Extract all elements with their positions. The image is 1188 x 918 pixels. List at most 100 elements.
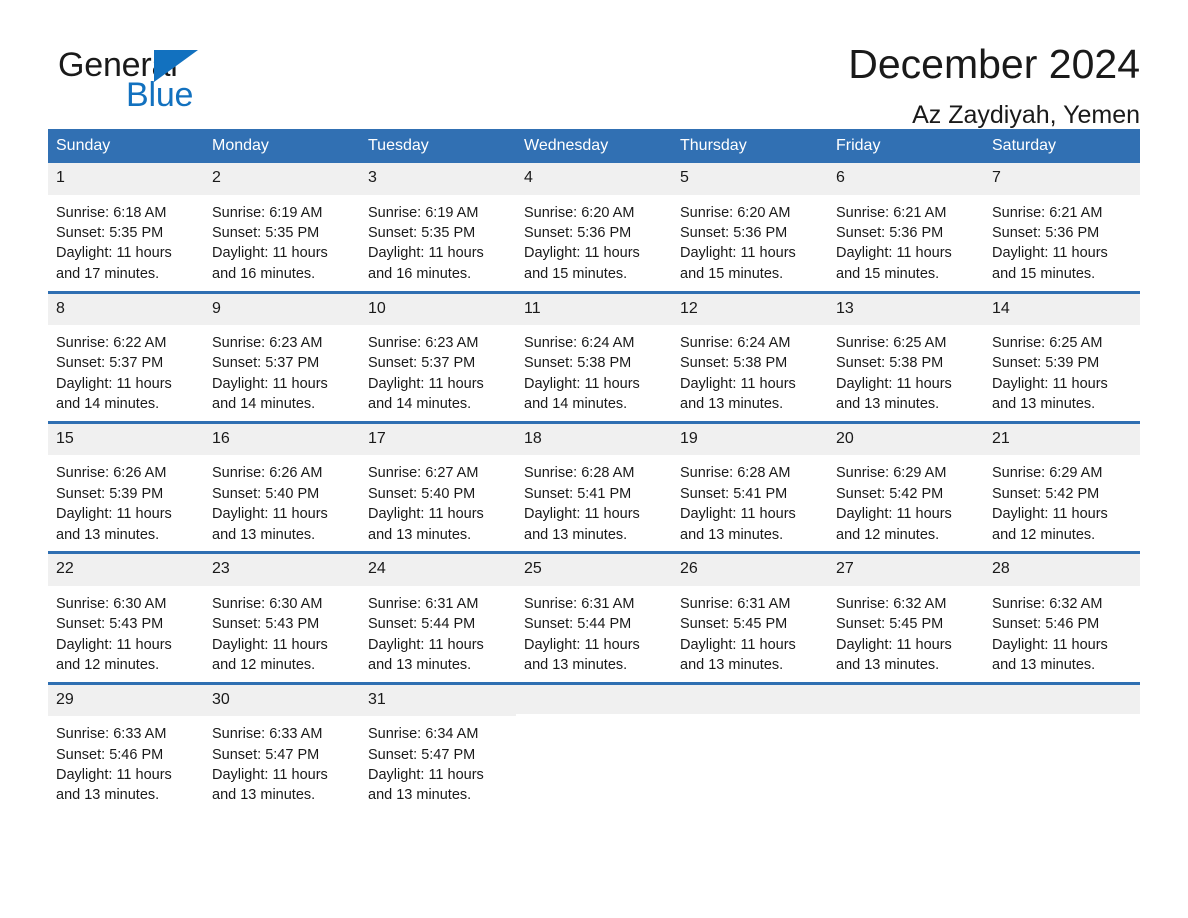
daylight-text: Daylight: 11 hours and 13 minutes. xyxy=(524,506,640,543)
daylight-text: Daylight: 11 hours and 16 minutes. xyxy=(212,245,328,282)
daylight-text: Daylight: 11 hours and 13 minutes. xyxy=(836,636,952,674)
calendar-day-cell[interactable]: 14 Sunrise: 6:25 AM Sunset: 5:39 PM Dayligh… xyxy=(984,293,1140,421)
daylight-text: Daylight: 11 hours and 15 minutes. xyxy=(836,245,952,282)
day-number: 24 xyxy=(360,554,516,586)
weekday-header-saturday: Saturday xyxy=(992,137,1057,154)
day-number: 19 xyxy=(672,423,828,456)
day-number: 28 xyxy=(984,554,1140,586)
sunset-text: Sunset: 5:38 PM xyxy=(524,355,632,372)
sunset-text: Sunset: 5:37 PM xyxy=(212,355,320,372)
page-header: General Blue December 2024 Az Zaydiyah, … xyxy=(48,0,1140,129)
calendar-week-row: 29 Sunrise: 6:33 AM Sunset: 5:46 PM Dayligh… xyxy=(48,681,1140,809)
calendar-day-cell[interactable]: 19 Sunrise: 6:28 AM Sunset: 5:41 PM Dayligh… xyxy=(672,423,828,552)
calendar-day-cell[interactable]: 1 Sunrise: 6:18 AM Sunset: 5:35 PM Daylight… xyxy=(48,163,204,291)
logo-text-blue: Blue xyxy=(126,76,194,114)
calendar-day-cell[interactable]: 20 Sunrise: 6:29 AM Sunset: 5:42 PM Dayligh… xyxy=(828,423,984,552)
sunrise-text: Sunrise: 6:22 AM xyxy=(56,334,167,351)
sunset-text: Sunset: 5:35 PM xyxy=(368,225,476,242)
sunset-text: Sunset: 5:44 PM xyxy=(524,616,632,633)
calendar-day-cell[interactable]: 7 Sunrise: 6:21 AM Sunset: 5:36 PM Daylight… xyxy=(984,163,1140,291)
sunrise-text: Sunrise: 6:23 AM xyxy=(212,334,323,351)
day-number: 30 xyxy=(204,684,360,717)
calendar-day-cell[interactable]: 10 Sunrise: 6:23 AM Sunset: 5:37 PM Dayligh… xyxy=(360,293,516,421)
sunset-text: Sunset: 5:40 PM xyxy=(212,485,320,502)
sunrise-text: Sunrise: 6:29 AM xyxy=(836,465,947,482)
sunrise-text: Sunrise: 6:19 AM xyxy=(212,204,323,221)
weekday-header-monday: Monday xyxy=(212,137,269,154)
daylight-text: Daylight: 11 hours and 13 minutes. xyxy=(524,636,640,674)
day-number: 29 xyxy=(48,684,204,717)
calendar-day-cell[interactable]: 17 Sunrise: 6:27 AM Sunset: 5:40 PM Dayligh… xyxy=(360,423,516,552)
day-details: Sunrise: 6:22 AM Sunset: 5:37 PM Daylight:… xyxy=(48,325,204,421)
calendar-day-cell[interactable]: 28 Sunrise: 6:32 AM Sunset: 5:46 PM Dayligh… xyxy=(984,554,1140,682)
day-number: 3 xyxy=(360,163,516,195)
calendar-day-cell[interactable]: 31 Sunrise: 6:34 AM Sunset: 5:47 PM Dayligh… xyxy=(360,684,516,809)
calendar-day-cell[interactable]: 16 Sunrise: 6:26 AM Sunset: 5:40 PM Dayligh… xyxy=(204,423,360,552)
day-details: Sunrise: 6:29 AM Sunset: 5:42 PM Daylight:… xyxy=(984,455,1140,551)
sunrise-text: Sunrise: 6:26 AM xyxy=(212,465,323,482)
sunrise-text: Sunrise: 6:24 AM xyxy=(680,334,791,351)
day-details: Sunrise: 6:34 AM Sunset: 5:47 PM Daylight:… xyxy=(360,716,516,808)
sunset-text: Sunset: 5:43 PM xyxy=(56,616,164,633)
sunrise-text: Sunrise: 6:31 AM xyxy=(680,595,791,612)
calendar-day-cell[interactable]: 30 Sunrise: 6:33 AM Sunset: 5:47 PM Dayligh… xyxy=(204,684,360,809)
day-details xyxy=(828,714,984,806)
calendar-day-cell[interactable]: 13 Sunrise: 6:25 AM Sunset: 5:38 PM Dayligh… xyxy=(828,293,984,421)
daylight-text: Daylight: 11 hours and 15 minutes. xyxy=(524,245,640,282)
calendar-day-cell-empty xyxy=(828,684,984,809)
day-number xyxy=(984,684,1140,714)
sunset-text: Sunset: 5:45 PM xyxy=(680,616,788,633)
sunrise-text: Sunrise: 6:31 AM xyxy=(368,595,479,612)
calendar-day-cell[interactable]: 23 Sunrise: 6:30 AM Sunset: 5:43 PM Dayligh… xyxy=(204,554,360,682)
calendar-day-cell[interactable]: 3 Sunrise: 6:19 AM Sunset: 5:35 PM Daylight… xyxy=(360,163,516,291)
daylight-text: Daylight: 11 hours and 13 minutes. xyxy=(212,506,328,543)
calendar-day-cell[interactable]: 27 Sunrise: 6:32 AM Sunset: 5:45 PM Dayligh… xyxy=(828,554,984,682)
sunset-text: Sunset: 5:38 PM xyxy=(680,355,788,372)
weekday-header-wednesday: Wednesday xyxy=(524,137,609,154)
calendar-day-cell[interactable]: 22 Sunrise: 6:30 AM Sunset: 5:43 PM Dayligh… xyxy=(48,554,204,682)
day-details: Sunrise: 6:23 AM Sunset: 5:37 PM Daylight:… xyxy=(360,325,516,421)
calendar-day-cell[interactable]: 6 Sunrise: 6:21 AM Sunset: 5:36 PM Daylight… xyxy=(828,163,984,291)
weekday-header-thursday: Thursday xyxy=(680,137,747,154)
daylight-text: Daylight: 11 hours and 13 minutes. xyxy=(368,636,484,674)
daylight-text: Daylight: 11 hours and 12 minutes. xyxy=(212,636,328,674)
day-details: Sunrise: 6:26 AM Sunset: 5:39 PM Daylight:… xyxy=(48,455,204,551)
sunrise-text: Sunrise: 6:31 AM xyxy=(524,595,635,612)
day-number: 12 xyxy=(672,293,828,325)
day-number xyxy=(672,684,828,714)
sunrise-text: Sunrise: 6:25 AM xyxy=(836,334,947,351)
calendar-week-row: 8 Sunrise: 6:22 AM Sunset: 5:37 PM Daylight… xyxy=(48,290,1140,421)
sunrise-text: Sunrise: 6:24 AM xyxy=(524,334,635,351)
daylight-text: Daylight: 11 hours and 12 minutes. xyxy=(836,506,952,543)
calendar-day-cell[interactable]: 26 Sunrise: 6:31 AM Sunset: 5:45 PM Dayligh… xyxy=(672,554,828,682)
day-number: 26 xyxy=(672,554,828,586)
calendar-day-cell[interactable]: 12 Sunrise: 6:24 AM Sunset: 5:38 PM Dayligh… xyxy=(672,293,828,421)
calendar-day-cell[interactable]: 29 Sunrise: 6:33 AM Sunset: 5:46 PM Dayligh… xyxy=(48,684,204,809)
day-number: 9 xyxy=(204,293,360,325)
day-number: 13 xyxy=(828,293,984,325)
calendar-day-cell[interactable]: 4 Sunrise: 6:20 AM Sunset: 5:36 PM Daylight… xyxy=(516,163,672,291)
weekday-header-row: Sunday Monday Tuesday Wednesday Thursday Frid… xyxy=(48,129,1140,164)
calendar-day-cell[interactable]: 25 Sunrise: 6:31 AM Sunset: 5:44 PM Dayligh… xyxy=(516,554,672,682)
calendar-day-cell[interactable]: 15 Sunrise: 6:26 AM Sunset: 5:39 PM Dayligh… xyxy=(48,423,204,552)
day-details: Sunrise: 6:28 AM Sunset: 5:41 PM Daylight:… xyxy=(672,455,828,551)
daylight-text: Daylight: 11 hours and 14 minutes. xyxy=(368,375,484,413)
calendar-day-cell[interactable]: 24 Sunrise: 6:31 AM Sunset: 5:44 PM Dayligh… xyxy=(360,554,516,682)
calendar-week-row: 1 Sunrise: 6:18 AM Sunset: 5:35 PM Daylight… xyxy=(48,163,1140,291)
calendar-day-cell[interactable]: 21 Sunrise: 6:29 AM Sunset: 5:42 PM Dayligh… xyxy=(984,423,1140,552)
sunrise-text: Sunrise: 6:30 AM xyxy=(212,595,323,612)
calendar-day-cell[interactable]: 18 Sunrise: 6:28 AM Sunset: 5:41 PM Dayligh… xyxy=(516,423,672,552)
day-number: 18 xyxy=(516,423,672,456)
location-subtitle: Az Zaydiyah, Yemen xyxy=(912,100,1140,129)
calendar-day-cell[interactable]: 8 Sunrise: 6:22 AM Sunset: 5:37 PM Daylight… xyxy=(48,293,204,421)
calendar-day-cell[interactable]: 11 Sunrise: 6:24 AM Sunset: 5:38 PM Dayligh… xyxy=(516,293,672,421)
sunrise-text: Sunrise: 6:32 AM xyxy=(836,595,947,612)
calendar-day-cell[interactable]: 2 Sunrise: 6:19 AM Sunset: 5:35 PM Daylight… xyxy=(204,163,360,291)
title-block: December 2024 Az Zaydiyah, Yemen xyxy=(848,40,1140,130)
day-number: 15 xyxy=(48,423,204,456)
day-details: Sunrise: 6:24 AM Sunset: 5:38 PM Daylight:… xyxy=(672,325,828,421)
daylight-text: Daylight: 11 hours and 13 minutes. xyxy=(836,375,952,413)
calendar-day-cell[interactable]: 5 Sunrise: 6:20 AM Sunset: 5:36 PM Daylight… xyxy=(672,163,828,291)
calendar-day-cell[interactable]: 9 Sunrise: 6:23 AM Sunset: 5:37 PM Daylight… xyxy=(204,293,360,421)
sunset-text: Sunset: 5:36 PM xyxy=(836,225,944,242)
